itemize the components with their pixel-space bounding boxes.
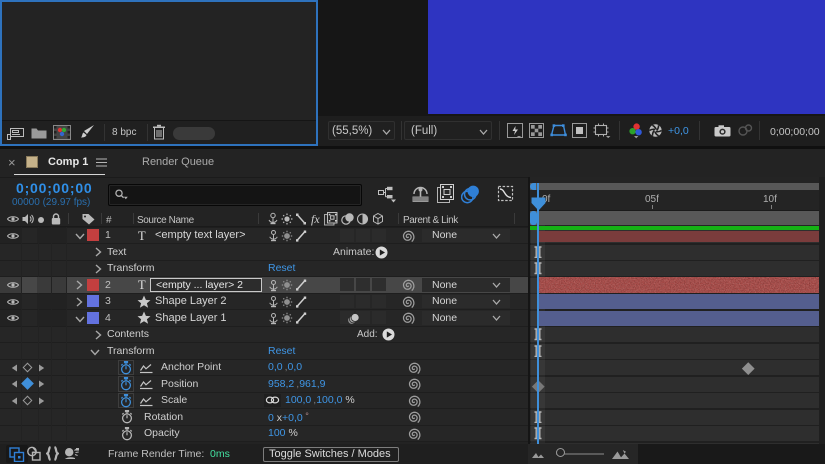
svg-text:fx: fx: [311, 212, 320, 226]
